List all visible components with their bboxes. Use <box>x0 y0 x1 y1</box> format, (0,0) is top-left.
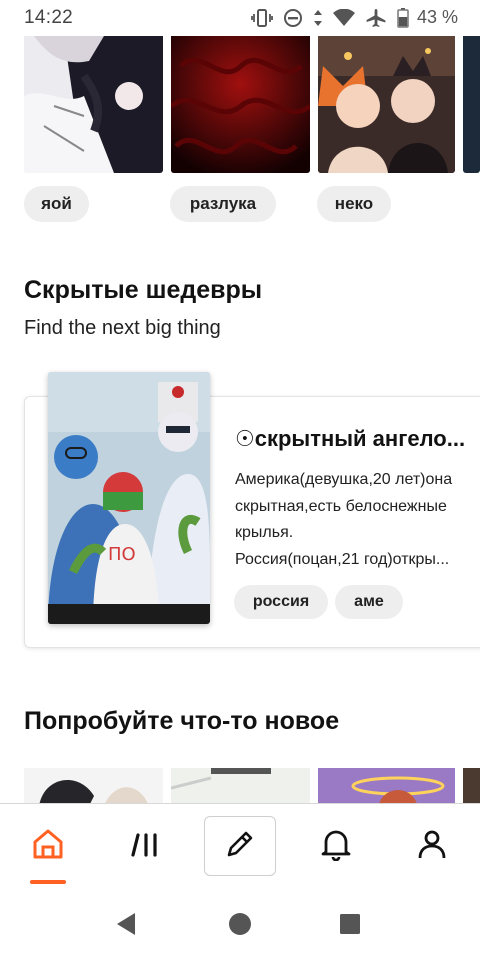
dnd-icon <box>283 8 303 28</box>
profile-icon <box>415 827 449 866</box>
nav-profile[interactable] <box>396 816 468 876</box>
status-bar: 14:22 43 % <box>0 0 480 36</box>
anime-cover-image <box>318 768 455 806</box>
tag-chip[interactable]: неко <box>317 186 391 222</box>
home-circle-icon <box>228 912 252 941</box>
svg-text:ПО: ПО <box>108 544 136 565</box>
recents-button[interactable] <box>330 911 370 941</box>
story-thumbnail[interactable] <box>24 768 163 806</box>
story-thumbnail[interactable] <box>171 36 310 173</box>
description-line: Америка(девушка,20 лет)она <box>235 471 453 488</box>
recents-icon <box>339 913 361 940</box>
red-pattern-image <box>171 36 310 173</box>
notifications-icon <box>319 827 353 866</box>
write-icon <box>223 827 257 866</box>
nav-library[interactable] <box>110 816 182 876</box>
description-line: скрытная,есть белоснежные <box>235 497 447 515</box>
nav-write[interactable] <box>204 816 276 876</box>
back-icon <box>115 912 137 941</box>
story-tag[interactable]: аме <box>335 585 403 619</box>
home-icon <box>31 827 65 866</box>
home-button[interactable] <box>220 911 260 941</box>
battery-icon <box>397 7 409 28</box>
airplane-icon <box>365 8 387 28</box>
story-thumbnail[interactable] <box>318 36 455 173</box>
story-title[interactable]: ☉скрытный ангело... <box>235 426 480 452</box>
status-time: 14:22 <box>24 7 74 28</box>
section-title: Попробуйте что-то новое <box>24 707 340 735</box>
anime-cover-image <box>24 768 163 806</box>
vibrate-icon <box>251 8 273 28</box>
battery-percent: 43 % <box>416 7 458 27</box>
cover-image <box>171 768 310 806</box>
tag-chip[interactable]: разлука <box>170 186 276 222</box>
description-line: крылья. <box>235 524 294 541</box>
anime-cover-image <box>318 36 455 173</box>
status-icons: 43 % <box>251 7 458 28</box>
section-title: Скрытые шедевры <box>24 276 263 304</box>
countryhumans-cover-image: ПО <box>48 372 210 624</box>
tag-chip[interactable]: яой <box>24 186 89 222</box>
active-tab-indicator <box>30 880 66 884</box>
story-thumbnail[interactable] <box>318 768 455 806</box>
story-cover[interactable]: ПО <box>48 372 210 624</box>
anime-cover-image <box>24 36 163 173</box>
story-tag[interactable]: россия <box>234 585 328 619</box>
nav-notifications[interactable] <box>300 816 372 876</box>
library-icon <box>129 827 163 866</box>
nav-home[interactable] <box>12 816 84 876</box>
bottom-navigation <box>0 803 480 895</box>
section-subtitle: Find the next big thing <box>24 317 221 339</box>
story-description: Америка(девушка,20 лет)она скрытная,есть… <box>235 467 480 573</box>
system-navigation-bar <box>0 895 480 960</box>
story-thumbnail-partial[interactable] <box>463 768 480 806</box>
wifi-icon <box>332 8 355 27</box>
story-thumbnail-partial[interactable] <box>463 36 480 173</box>
story-thumbnail[interactable] <box>171 768 310 806</box>
story-thumbnail[interactable] <box>24 36 163 173</box>
description-line: Россия(поцан,21 год)откры... <box>235 550 450 568</box>
back-button[interactable] <box>106 911 146 941</box>
data-arrows-icon <box>313 8 323 28</box>
